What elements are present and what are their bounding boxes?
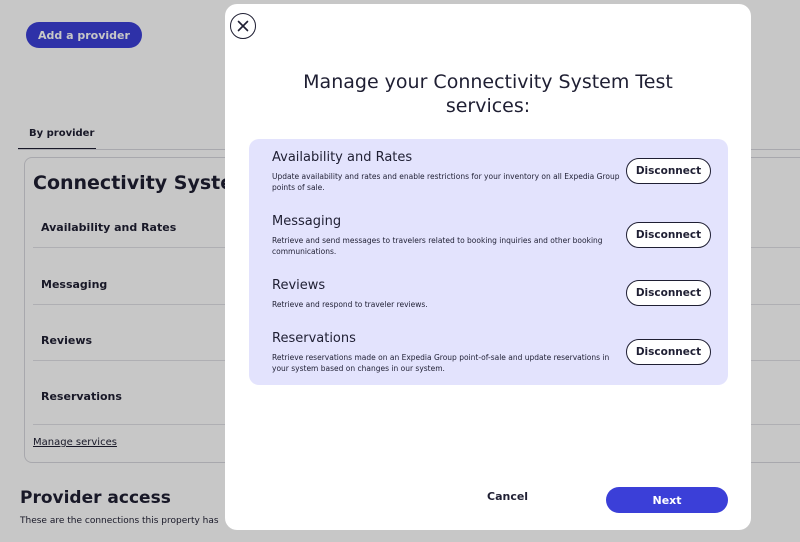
- services-panel: Availability and Rates Update availabili…: [249, 139, 728, 385]
- disconnect-reviews-button[interactable]: Disconnect: [626, 280, 711, 306]
- next-button[interactable]: Next: [606, 487, 728, 513]
- close-button[interactable]: [230, 13, 256, 39]
- close-icon: [237, 20, 249, 32]
- disconnect-availability-button[interactable]: Disconnect: [626, 158, 711, 184]
- manage-services-modal: Manage your Connectivity System Test ser…: [225, 4, 751, 530]
- disconnect-messaging-button[interactable]: Disconnect: [626, 222, 711, 248]
- modal-title: Manage your Connectivity System Test ser…: [303, 71, 673, 117]
- service-description: Retrieve reservations made on an Expedia…: [272, 353, 610, 373]
- service-description: Retrieve and send messages to travelers …: [272, 236, 603, 256]
- service-description: Update availability and rates and enable…: [272, 172, 620, 192]
- service-description: Retrieve and respond to traveler reviews…: [272, 300, 428, 309]
- cancel-button[interactable]: Cancel: [487, 490, 528, 503]
- disconnect-reservations-button[interactable]: Disconnect: [626, 339, 711, 365]
